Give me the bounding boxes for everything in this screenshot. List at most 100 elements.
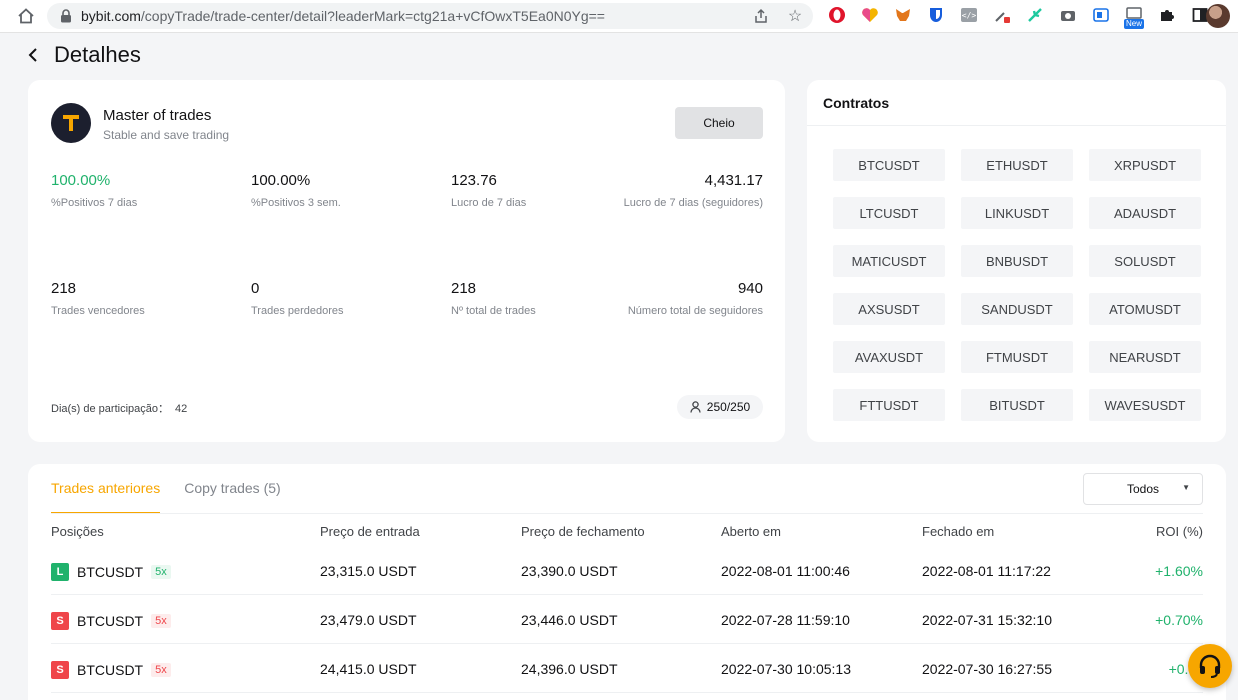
headset-icon bbox=[1199, 654, 1221, 678]
bookmark-star-icon[interactable]: ☆ bbox=[785, 6, 805, 26]
filter-select[interactable]: Todos ▼ bbox=[1083, 473, 1203, 505]
stat-label: %Positivos 3 sem. bbox=[251, 197, 341, 209]
column-header: Preço de fechamento bbox=[521, 524, 645, 539]
support-chat-button[interactable] bbox=[1188, 644, 1232, 688]
user-icon bbox=[690, 401, 701, 413]
stat-label: Nº total de trades bbox=[451, 305, 536, 317]
contract-pair[interactable]: ATOMUSDT bbox=[1089, 293, 1201, 325]
opera-extension-icon[interactable] bbox=[826, 4, 848, 26]
contract-pair[interactable]: SANDUSDT bbox=[961, 293, 1073, 325]
table-row[interactable]: S BTCUSDT 5x 23,479.0 USDT 23,446.0 USDT 2… bbox=[28, 595, 1226, 644]
address-bar[interactable]: bybit.com/copyTrade/trade-center/detail?… bbox=[47, 3, 813, 29]
stat-profit-7d-followers: 4,431.17 Lucro de 7 dias (seguidores) bbox=[624, 172, 763, 209]
contract-pair[interactable]: FTMUSDT bbox=[961, 341, 1073, 373]
leverage-badge: 5x bbox=[151, 565, 171, 580]
symbol: BTCUSDT bbox=[77, 662, 144, 679]
participation-days: Dia(s) de participação： 42 bbox=[51, 400, 187, 416]
stat-label: Trades vencedores bbox=[51, 305, 145, 317]
share-icon[interactable] bbox=[751, 6, 771, 26]
stat-total-trades: 218 Nº total de trades bbox=[451, 280, 536, 317]
filter-value: Todos bbox=[1126, 482, 1160, 496]
contract-pair[interactable]: BITUSDT bbox=[961, 389, 1073, 421]
new-badge: New bbox=[1124, 19, 1145, 29]
eyedropper-extension-icon[interactable] bbox=[991, 4, 1013, 26]
history-tabs: Trades anteriores Copy trades (5) bbox=[51, 480, 281, 514]
close-price: 24,396.0 USDT bbox=[521, 661, 618, 677]
position-cell: S BTCUSDT 5x bbox=[51, 612, 171, 631]
closed-at: 2022-08-01 11:17:22 bbox=[922, 563, 1051, 579]
tab-past-trades[interactable]: Trades anteriores bbox=[51, 480, 161, 514]
symbol: BTCUSDT bbox=[77, 564, 144, 581]
contract-pair[interactable]: AVAXUSDT bbox=[833, 341, 945, 373]
tab-copy-trades[interactable]: Copy trades (5) bbox=[184, 480, 280, 514]
contract-pair[interactable]: FTTUSDT bbox=[833, 389, 945, 421]
contract-pair[interactable]: LINKUSDT bbox=[961, 197, 1073, 229]
contract-pair[interactable]: LTCUSDT bbox=[833, 197, 945, 229]
lock-icon[interactable] bbox=[59, 9, 73, 23]
side-badge: S bbox=[51, 661, 69, 680]
profile-avatar[interactable] bbox=[1206, 4, 1230, 28]
contract-pair[interactable]: WAVESUSDT bbox=[1089, 389, 1201, 421]
stat-positive-3w: 100.00% %Positivos 3 sem. bbox=[251, 172, 341, 209]
entry-price: 24,415.0 USDT bbox=[320, 661, 417, 677]
contract-pair[interactable]: NEARUSDT bbox=[1089, 341, 1201, 373]
home-icon[interactable] bbox=[14, 4, 38, 28]
contract-pair[interactable]: MATICUSDT bbox=[833, 245, 945, 277]
caret-down-icon: ▼ bbox=[1182, 483, 1190, 492]
leverage-badge: 5x bbox=[151, 614, 171, 629]
metamask-fox-icon[interactable] bbox=[892, 4, 914, 26]
roi-value: +0.70% bbox=[1155, 612, 1203, 628]
divider bbox=[51, 513, 1203, 514]
stat-value: 4,431.17 bbox=[704, 172, 763, 189]
leverage-badge: 5x bbox=[151, 663, 171, 678]
position-cell: L BTCUSDT 5x bbox=[51, 563, 171, 582]
leaf-extension-icon[interactable] bbox=[1024, 4, 1046, 26]
trade-history-card: Trades anteriores Copy trades (5) Todos … bbox=[28, 464, 1226, 700]
full-status-button[interactable]: Cheio bbox=[675, 107, 763, 139]
svg-text:</>: </> bbox=[962, 11, 977, 20]
stat-profit-7d: 123.76 Lucro de 7 dias bbox=[451, 172, 526, 209]
table-row[interactable]: S BTCUSDT 5x 24,415.0 USDT 24,396.0 USDT 2… bbox=[28, 644, 1226, 693]
table-header: Posições Preço de entrada Preço de fecha… bbox=[28, 524, 1226, 544]
url-path: /copyTrade/trade-center/detail?leaderMar… bbox=[140, 8, 605, 24]
stat-label: Trades perdedores bbox=[251, 305, 344, 317]
seats-count: 250/250 bbox=[706, 400, 751, 414]
contract-pair[interactable]: XRPUSDT bbox=[1089, 149, 1201, 181]
browser-toolbar: bybit.com/copyTrade/trade-center/detail?… bbox=[0, 0, 1238, 33]
contract-pair[interactable]: BNBUSDT bbox=[961, 245, 1073, 277]
side-badge: S bbox=[51, 612, 69, 631]
camera-extension-icon[interactable] bbox=[1057, 4, 1079, 26]
position-cell: S BTCUSDT 5x bbox=[51, 661, 171, 680]
url-text[interactable]: bybit.com/copyTrade/trade-center/detail?… bbox=[81, 8, 605, 24]
stat-value: 100.00% bbox=[51, 172, 111, 189]
new-extension-icon[interactable]: New bbox=[1123, 4, 1145, 29]
dashboard-extension-icon[interactable] bbox=[1090, 4, 1112, 26]
contract-pair[interactable]: AXSUSDT bbox=[833, 293, 945, 325]
contract-pair[interactable]: BTCUSDT bbox=[833, 149, 945, 181]
table-row[interactable]: L BTCUSDT 5x 23,315.0 USDT 23,390.0 USDT 2… bbox=[28, 546, 1226, 595]
close-price: 23,390.0 USDT bbox=[521, 563, 618, 579]
heart-extension-icon[interactable] bbox=[859, 4, 881, 26]
stat-value: 940 bbox=[737, 280, 763, 297]
leader-description: Stable and save trading bbox=[103, 128, 230, 142]
contracts-card: Contratos BTCUSDT ETHUSDT XRPUSDT LTCUSD… bbox=[807, 80, 1226, 442]
stat-label: Lucro de 7 dias bbox=[451, 197, 527, 209]
stat-value: 0 bbox=[251, 280, 260, 297]
row-divider bbox=[51, 692, 1203, 693]
stat-positive-7d: 100.00% %Positivos 7 dias bbox=[51, 172, 137, 209]
bitwarden-shield-icon[interactable] bbox=[925, 4, 947, 26]
stat-label: Lucro de 7 dias (seguidores) bbox=[623, 197, 763, 209]
contract-pair[interactable]: ADAUSDT bbox=[1089, 197, 1201, 229]
back-arrow-icon[interactable] bbox=[26, 43, 40, 67]
page-title: Detalhes bbox=[54, 42, 141, 67]
leader-avatar bbox=[51, 103, 91, 143]
roi-value: +1.60% bbox=[1155, 563, 1203, 579]
closed-at: 2022-07-30 16:27:55 bbox=[922, 661, 1052, 677]
code-extension-icon[interactable]: </> bbox=[958, 4, 980, 26]
stat-total-followers: 940 Número total de seguidores bbox=[628, 280, 763, 317]
contract-pair[interactable]: SOLUSDT bbox=[1089, 245, 1201, 277]
puzzle-extensions-icon[interactable] bbox=[1156, 4, 1178, 26]
stat-label: Número total de seguidores bbox=[627, 305, 763, 317]
column-header: Fechado em bbox=[922, 524, 995, 539]
contract-pair[interactable]: ETHUSDT bbox=[961, 149, 1073, 181]
